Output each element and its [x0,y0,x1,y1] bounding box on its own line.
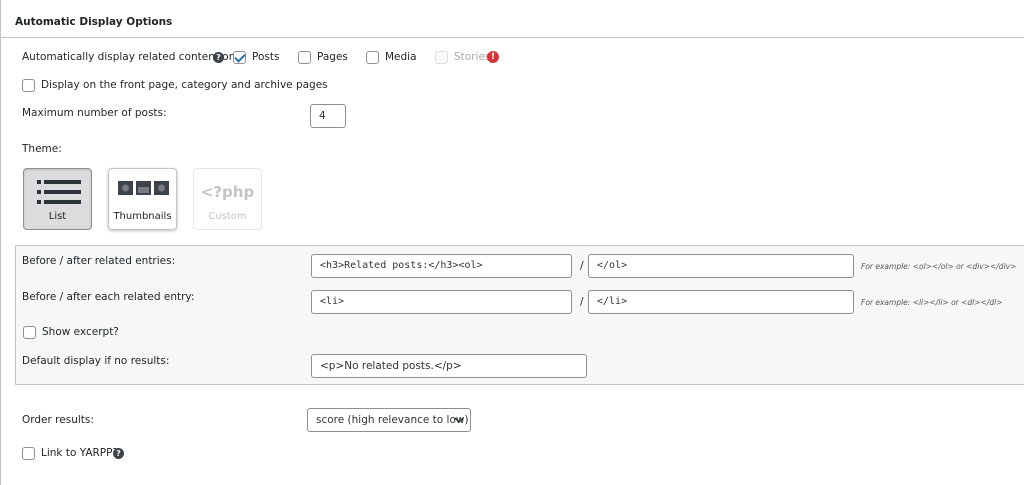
entry-after-input[interactable]: </li> [588,290,854,314]
panel-header: Automatic Display Options [1,0,1024,38]
theme-thumbnails-button[interactable]: Thumbnails [108,168,177,230]
no-results-input[interactable]: <p>No related posts.</p> [311,354,587,378]
order-select-value: score (high relevance to low) [316,414,469,426]
pages-checkbox[interactable] [298,51,311,64]
posts-label: Posts [252,51,280,63]
max-posts-label: Maximum number of posts: [22,107,167,119]
theme-thumbnails-label: Thumbnails [113,211,172,222]
automatic-display-options-panel: Automatic Display Options Automatically … [0,0,1024,485]
theme-list-label: List [48,211,67,222]
entry-separator: / [580,296,584,308]
panel-title: Automatic Display Options [15,16,173,28]
front-page-checkbox[interactable] [22,79,35,92]
theme-custom-button: <?php Custom [193,168,262,230]
entries-label: Before / after related entries: [22,255,176,267]
media-label: Media [385,51,417,63]
markup-options-box: Before / after related entries: <h3>Rela… [15,245,1024,385]
pages-label: Pages [317,51,348,63]
theme-custom-label: Custom [208,211,247,222]
no-results-label: Default display if no results: [22,355,170,367]
entry-before-input[interactable]: <li> [311,290,572,314]
max-posts-input[interactable]: 4 [310,104,346,128]
exclamation-icon[interactable]: ! [487,51,499,63]
thumbnails-icon [118,181,169,195]
show-excerpt-checkbox[interactable] [23,326,36,339]
entry-hint: For example: <li></li> or <dl></dl> [861,298,1003,307]
order-select[interactable]: score (high relevance to low) [307,408,471,432]
link-yarpp-label: Link to YARPP? [41,447,119,459]
stories-label: Stories [454,51,491,63]
link-yarpp-checkbox[interactable] [22,447,35,460]
order-label: Order results: [22,414,94,426]
display-on-label: Automatically display related content on… [22,51,239,63]
question-mark-icon[interactable]: ? [113,448,124,459]
stories-checkbox [435,51,448,64]
entries-after-input[interactable]: </ol> [588,254,854,278]
chevron-down-icon [454,417,464,424]
theme-label: Theme: [22,143,62,155]
entries-separator: / [580,260,584,272]
front-page-label: Display on the front page, category and … [41,79,328,91]
entries-hint: For example: <ol></ol> or <div></div> [861,262,1017,271]
media-checkbox[interactable] [366,51,379,64]
entry-label: Before / after each related entry: [22,291,195,303]
show-excerpt-label: Show excerpt? [42,326,119,338]
entries-before-input[interactable]: <h3>Related posts:</h3><ol> [311,254,572,278]
theme-list-button[interactable]: List [23,168,92,230]
posts-checkbox[interactable] [233,51,246,64]
list-icon [37,180,81,204]
php-icon: <?php [200,183,255,201]
question-mark-icon[interactable]: ? [213,52,224,63]
